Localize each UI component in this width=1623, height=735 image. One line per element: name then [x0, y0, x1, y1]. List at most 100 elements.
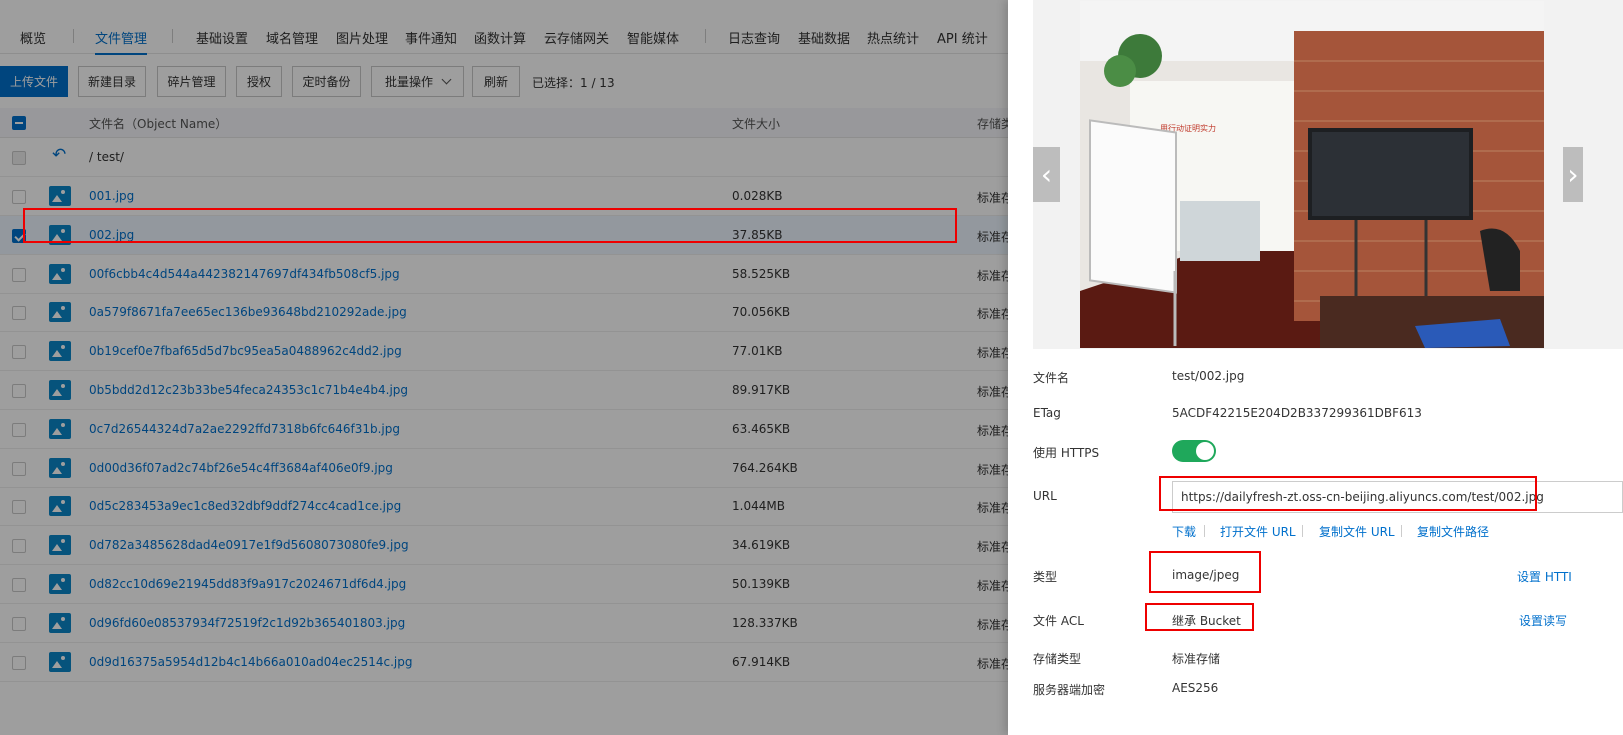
tab-smart-media[interactable]: 智能媒体	[627, 28, 679, 47]
storage-class: 标准存	[977, 656, 1008, 671]
row-checkbox[interactable]	[12, 539, 26, 554]
file-name-link[interactable]: 0d96fd60e08537934f72519f2c1d92b365401803…	[89, 616, 405, 630]
file-name-link[interactable]: 0d5c283453a9ec1c8ed32dbf9ddf274cc4cad1ce…	[89, 499, 401, 513]
image-file-icon	[49, 263, 71, 284]
table-row[interactable]: 0d5c283453a9ec1c8ed32dbf9ddf274cc4cad1ce…	[0, 487, 1008, 527]
table-row[interactable]: 0b19cef0e7fbaf65d5d7bc95ea5a0488962c4dd2…	[0, 332, 1008, 372]
next-image-button[interactable]: ›	[1563, 147, 1583, 202]
image-file-icon	[49, 418, 71, 439]
open-file-url-link[interactable]: 打开文件 URL	[1220, 523, 1296, 540]
authorize-button[interactable]: 授权	[236, 66, 282, 97]
storage-class: 标准存	[977, 385, 1008, 399]
row-checkbox[interactable]	[12, 306, 26, 321]
table-row[interactable]: 0c7d26544324d7a2ae2292ffd7318b6fc646f31b…	[0, 410, 1008, 449]
file-name-link[interactable]: 00f6cbb4c4d544a442382147697df434fb508cf5…	[89, 267, 400, 281]
select-all-checkbox[interactable]	[12, 116, 26, 130]
etag-label: ETag	[1033, 406, 1061, 420]
row-checkbox[interactable]	[12, 578, 26, 592]
file-size: 70.056KB	[732, 305, 791, 320]
table-row[interactable]: 0a579f8671fa7ee65ec136be93648bd210292ade…	[0, 293, 1008, 333]
chevron-left-icon: ‹	[1040, 158, 1053, 191]
storage-class: 标准存	[977, 501, 1008, 516]
preview-photo: 用行动证明实力	[1080, 1, 1544, 348]
download-link[interactable]: 下载	[1172, 523, 1196, 540]
row-checkbox[interactable]	[12, 616, 26, 631]
tab-overview[interactable]: 概览	[20, 28, 46, 47]
file-name-link[interactable]: 0d00d36f07ad2c74bf26e54c4ff3684af406e0f9…	[89, 461, 393, 475]
chevron-down-icon	[441, 74, 452, 85]
row-checkbox[interactable]	[12, 500, 26, 515]
acl-label: 文件 ACL	[1033, 614, 1084, 628]
file-size: 764.264KB	[732, 460, 798, 475]
file-name-link[interactable]: 0c7d26544324d7a2ae2292ffd7318b6fc646f31b…	[89, 422, 400, 436]
tab-event-notification[interactable]: 事件通知	[405, 28, 457, 47]
image-file-icon	[49, 380, 71, 400]
https-toggle[interactable]	[1172, 440, 1216, 462]
tab-domain-management[interactable]: 域名管理	[266, 28, 318, 47]
chevron-right-icon: ›	[1567, 158, 1579, 191]
batch-operation-label: 批量操作	[384, 75, 433, 89]
image-file-icon	[49, 612, 71, 633]
storage-class: 标准存	[977, 191, 1008, 205]
copy-file-url-link[interactable]: 复制文件 URL	[1319, 523, 1395, 540]
file-name-link[interactable]: 0b5bdd2d12c23b33be54feca24353c1c71b4e4b4…	[89, 383, 408, 397]
set-http-header-link[interactable]: 设置 HTTI	[1517, 568, 1572, 585]
table-row[interactable]: 0d782a3485628dad4e0917e1f9d5608073080fe9…	[0, 526, 1008, 566]
tab-hot-statistics[interactable]: 热点统计	[867, 28, 919, 47]
column-header-storage: 存储类	[977, 117, 1008, 131]
file-name-link[interactable]: 0d782a3485628dad4e0917e1f9d5608073080fe9…	[89, 538, 409, 552]
file-size: 67.914KB	[732, 654, 791, 669]
upload-file-button[interactable]: 上传文件	[0, 66, 68, 97]
file-name-link[interactable]: 0a579f8671fa7ee65ec136be93648bd210292ade…	[89, 305, 407, 319]
table-row[interactable]: 0b5bdd2d12c23b33be54feca24353c1c71b4e4b4…	[0, 371, 1008, 410]
row-checkbox[interactable]	[12, 345, 26, 360]
back-arrow-icon[interactable]: ↶	[52, 145, 66, 165]
link-divider	[1302, 525, 1303, 537]
file-name-link[interactable]: 0b19cef0e7fbaf65d5d7bc95ea5a0488962c4dd2…	[89, 344, 402, 358]
row-checkbox[interactable]	[12, 655, 26, 670]
tab-log-query[interactable]: 日志查询	[728, 28, 780, 47]
toolbar: 上传文件 新建目录 碎片管理 授权 定时备份 批量操作 刷新 已选择：1 / 1…	[0, 66, 1008, 100]
file-name-link[interactable]: 001.jpg	[89, 189, 134, 203]
link-divider	[1204, 525, 1205, 537]
file-manager-area: 概览 文件管理 基础设置 域名管理 图片处理 事件通知 函数计算 云存储网关 智…	[0, 0, 1008, 735]
storage-class: 标准存	[977, 540, 1008, 555]
tab-storage-gateway[interactable]: 云存储网关	[544, 28, 609, 47]
batch-operation-dropdown[interactable]: 批量操作	[371, 66, 464, 97]
previous-image-button[interactable]: ‹	[1033, 147, 1060, 202]
table-row[interactable]: 00f6cbb4c4d544a442382147697df434fb508cf5…	[0, 255, 1008, 294]
table-row[interactable]: 0d82cc10d69e21945dd83f9a917c2024671df6d4…	[0, 565, 1008, 604]
encryption-value: AES256	[1172, 681, 1219, 695]
tab-basic-settings[interactable]: 基础设置	[196, 28, 248, 47]
row-checkbox[interactable]	[12, 461, 26, 476]
tab-image-processing[interactable]: 图片处理	[336, 28, 388, 47]
parent-directory-row: ↶ / test/	[0, 138, 1008, 177]
fragment-management-button[interactable]: 碎片管理	[157, 66, 226, 97]
encryption-label: 服务器端加密	[1033, 683, 1106, 697]
tab-bar: 概览 文件管理 基础设置 域名管理 图片处理 事件通知 函数计算 云存储网关 智…	[0, 18, 1008, 55]
scheduled-backup-button[interactable]: 定时备份	[292, 66, 361, 97]
tab-function-compute[interactable]: 函数计算	[474, 28, 526, 47]
file-size: 128.337KB	[732, 615, 798, 630]
row-checkbox[interactable]	[12, 190, 26, 204]
table-row[interactable]: 0d00d36f07ad2c74bf26e54c4ff3684af406e0f9…	[0, 449, 1008, 488]
file-size: 89.917KB	[732, 383, 791, 397]
table-row[interactable]: 0d9d16375a5954d12b4c14b66a010ad04ec2514c…	[0, 643, 1008, 682]
tab-basic-data[interactable]: 基础数据	[798, 28, 850, 47]
table-row[interactable]: 0d96fd60e08537934f72519f2c1d92b365401803…	[0, 604, 1008, 643]
new-directory-button[interactable]: 新建目录	[78, 66, 146, 97]
tab-api-statistics[interactable]: API 统计	[937, 28, 988, 47]
set-read-write-link[interactable]: 设置读写	[1519, 612, 1567, 629]
refresh-button[interactable]: 刷新	[472, 66, 520, 97]
copy-file-path-link[interactable]: 复制文件路径	[1417, 523, 1489, 540]
row-checkbox[interactable]	[12, 422, 26, 437]
storage-class: 标准存	[977, 268, 1008, 283]
row-checkbox[interactable]	[12, 267, 26, 282]
file-name-link[interactable]: 0d9d16375a5954d12b4c14b66a010ad04ec2514c…	[89, 655, 412, 669]
selection-count: 已选择：1 / 13	[532, 76, 615, 90]
file-name-link[interactable]: 0d82cc10d69e21945dd83f9a917c2024671df6d4…	[89, 577, 406, 591]
row-checkbox[interactable]	[12, 384, 26, 398]
current-path[interactable]: / test/	[89, 150, 124, 164]
file-detail-panel: ‹ 用行动证明实力 › 文件名 test/002.jpg ETag 5ACDF4…	[1008, 0, 1623, 735]
tab-file-management[interactable]: 文件管理	[95, 28, 148, 55]
